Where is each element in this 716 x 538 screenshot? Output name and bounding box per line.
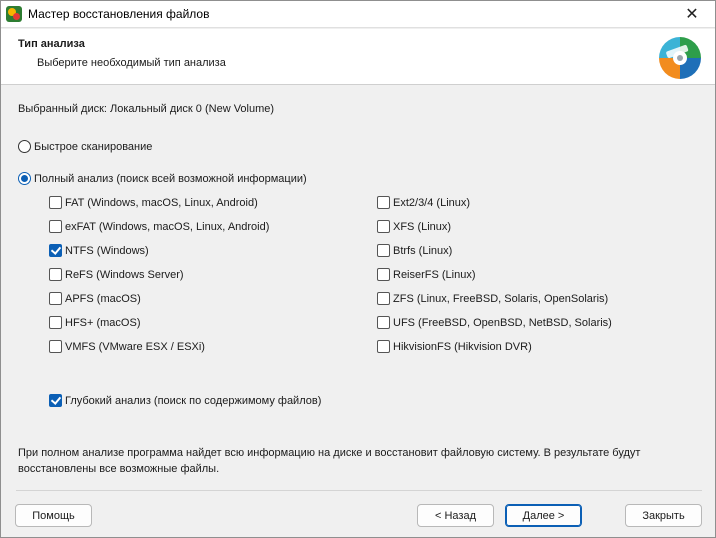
checkbox-label: UFS (FreeBSD, OpenBSD, NetBSD, Solaris): [393, 316, 612, 329]
footer-separator: [16, 490, 702, 491]
checkbox-box[interactable]: [49, 220, 62, 233]
radio-circle[interactable]: [18, 140, 31, 153]
info-text: При полном анализе программа найдет всю …: [18, 447, 641, 475]
checkbox-fat[interactable]: FAT (Windows, macOS, Linux, Android): [49, 196, 258, 209]
checkbox-box[interactable]: [49, 244, 62, 257]
checkbox-box[interactable]: [377, 220, 390, 233]
checkbox-vmfs[interactable]: VMFS (VMware ESX / ESXi): [49, 340, 205, 353]
checkbox-box[interactable]: [49, 316, 62, 329]
checkbox-ufs[interactable]: UFS (FreeBSD, OpenBSD, NetBSD, Solaris): [377, 316, 612, 329]
checkbox-box[interactable]: [377, 196, 390, 209]
checkbox-label: HFS+ (macOS): [65, 316, 141, 329]
checkbox-box[interactable]: [377, 340, 390, 353]
checkbox-label: ReFS (Windows Server): [65, 268, 184, 281]
checkbox-btrfs[interactable]: Btrfs (Linux): [377, 244, 452, 257]
checkbox-hikvisionfs[interactable]: HikvisionFS (Hikvision DVR): [377, 340, 532, 353]
help-button[interactable]: Помощь: [15, 504, 92, 527]
checkbox-box[interactable]: [49, 340, 62, 353]
checkbox-label: ZFS (Linux, FreeBSD, Solaris, OpenSolari…: [393, 292, 609, 305]
checkbox-label: Ext2/3/4 (Linux): [393, 196, 471, 209]
checkbox-label: FAT (Windows, macOS, Linux, Android): [65, 196, 258, 209]
checkbox-apfs[interactable]: APFS (macOS): [49, 292, 141, 305]
checkbox-deep-analysis[interactable]: Глубокий анализ (поиск по содержимому фа…: [49, 394, 321, 407]
checkbox-box[interactable]: [377, 268, 390, 281]
close-icon[interactable]: ✕: [669, 1, 715, 27]
next-button[interactable]: Далее >: [505, 504, 582, 527]
checkbox-label: Глубокий анализ (поиск по содержимому фа…: [65, 394, 322, 407]
checkbox-label: HikvisionFS (Hikvision DVR): [393, 340, 532, 353]
title-bar: Мастер восстановления файлов ✕: [1, 1, 715, 28]
checkbox-ntfs[interactable]: NTFS (Windows): [49, 244, 149, 257]
back-button[interactable]: < Назад: [417, 504, 494, 527]
radio-full-analysis[interactable]: Полный анализ (поиск всей возможной инфо…: [18, 172, 307, 185]
checkbox-zfs[interactable]: ZFS (Linux, FreeBSD, Solaris, OpenSolari…: [377, 292, 608, 305]
app-icon: [6, 6, 22, 22]
checkbox-box[interactable]: [377, 292, 390, 305]
checkbox-label: Btrfs (Linux): [393, 244, 453, 257]
disk-recovery-logo-icon: [659, 37, 701, 79]
checkbox-label: VMFS (VMware ESX / ESXi): [65, 340, 205, 353]
checkbox-label: exFAT (Windows, macOS, Linux, Android): [65, 220, 270, 233]
wizard-window: Мастер восстановления файлов ✕ Тип анали…: [0, 0, 716, 538]
checkbox-label: APFS (macOS): [65, 292, 141, 305]
checkbox-ext[interactable]: Ext2/3/4 (Linux): [377, 196, 470, 209]
checkbox-exfat[interactable]: exFAT (Windows, macOS, Linux, Android): [49, 220, 269, 233]
checkbox-reiserfs[interactable]: ReiserFS (Linux): [377, 268, 476, 281]
checkbox-box[interactable]: [49, 196, 62, 209]
wizard-header: Тип анализа Выберите необходимый тип ана…: [1, 29, 715, 85]
checkbox-label: ReiserFS (Linux): [393, 268, 476, 281]
radio-quick-scan[interactable]: Быстрое сканирование: [18, 140, 152, 153]
header-subtitle: Выберите необходимый тип анализа: [37, 57, 226, 69]
checkbox-label: XFS (Linux): [393, 220, 452, 233]
checkbox-box[interactable]: [49, 268, 62, 281]
checkbox-box[interactable]: [49, 292, 62, 305]
close-button[interactable]: Закрыть: [625, 504, 702, 527]
checkbox-refs[interactable]: ReFS (Windows Server): [49, 268, 184, 281]
selected-disk-label: Выбранный диск: Локальный диск 0 (New Vo…: [18, 103, 275, 115]
checkbox-box[interactable]: [377, 244, 390, 257]
window-title: Мастер восстановления файлов: [28, 7, 210, 21]
radio-label: Быстрое сканирование: [34, 140, 153, 153]
checkbox-box[interactable]: [49, 394, 62, 407]
checkbox-hfs-plus[interactable]: HFS+ (macOS): [49, 316, 140, 329]
radio-circle[interactable]: [18, 172, 31, 185]
checkbox-label: NTFS (Windows): [65, 244, 149, 257]
header-title: Тип анализа: [18, 38, 85, 50]
checkbox-xfs[interactable]: XFS (Linux): [377, 220, 451, 233]
radio-label: Полный анализ (поиск всей возможной инфо…: [34, 172, 307, 185]
checkbox-box[interactable]: [377, 316, 390, 329]
